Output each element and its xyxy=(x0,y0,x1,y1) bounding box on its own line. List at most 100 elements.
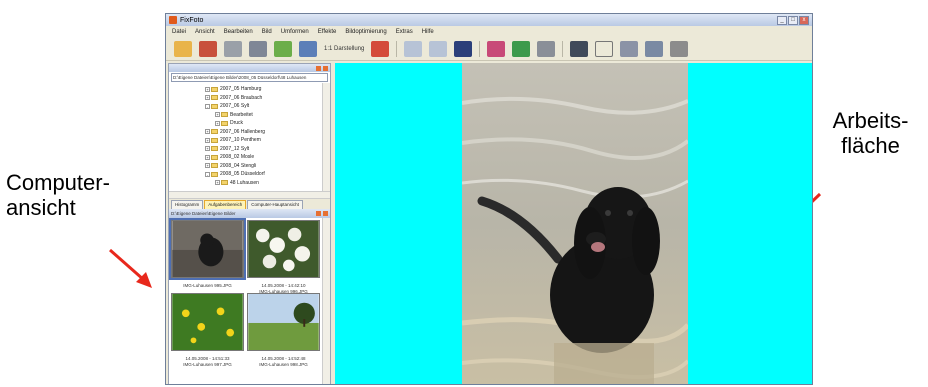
expand-icon[interactable]: + xyxy=(205,137,210,143)
collapse-icon[interactable]: - xyxy=(205,103,210,109)
copy-icon[interactable] xyxy=(224,40,242,57)
tree-item-label: 2007_06 Sylt xyxy=(220,103,250,109)
stamp-icon[interactable] xyxy=(570,40,589,57)
expand-icon[interactable]: + xyxy=(205,146,210,152)
tree-item[interactable]: +2008_02 Mosle xyxy=(205,153,330,162)
thumbnail-landscape-image xyxy=(247,293,320,351)
tree-item[interactable]: +2007_06 Hallenberg xyxy=(205,128,330,137)
menu-effekte[interactable]: Effekte xyxy=(318,29,337,35)
expand-icon[interactable]: + xyxy=(205,86,210,92)
tree-item[interactable]: +2008_04 Stengli xyxy=(205,162,330,171)
tree-horizontal-scrollbar[interactable] xyxy=(169,191,330,199)
tree-item[interactable]: +2007_10 Penthem xyxy=(205,136,330,145)
thumbnail-filename: IMG-Luhausen 995.JPG xyxy=(183,283,232,288)
expand-icon[interactable]: + xyxy=(205,163,210,169)
thumbnail-filename: IMG-Luhausen 997.JPG xyxy=(183,362,232,367)
expand-icon[interactable]: + xyxy=(205,95,210,101)
folder-pane-header xyxy=(169,64,330,72)
print-icon[interactable] xyxy=(249,40,267,57)
folder-icon xyxy=(211,163,218,169)
menu-bearbeiten[interactable]: Bearbeiten xyxy=(224,29,253,35)
folder-icon xyxy=(221,180,228,186)
maximize-button[interactable]: □ xyxy=(788,15,798,25)
tree-item[interactable]: +2007_06 Braubach xyxy=(205,94,330,103)
folder-tree: +2007_05 Hamburg +2007_06 Braubach -2007_0… xyxy=(169,83,330,191)
cut-icon[interactable] xyxy=(620,40,639,57)
thumbnail-item[interactable]: 14.05.2008 - 14:42:10 IMG-Luhausen 996.J… xyxy=(247,220,320,295)
dog-photo xyxy=(462,63,688,384)
pin-icon[interactable] xyxy=(316,211,321,216)
tree-item[interactable]: +2007_05 Hamburg xyxy=(205,85,330,94)
close-button[interactable]: x xyxy=(799,15,809,25)
expand-icon[interactable]: + xyxy=(215,120,220,126)
tree-scrollbar[interactable] xyxy=(322,83,330,191)
annotation-computer-view-line1: Computer- xyxy=(6,170,110,195)
zoom-icon[interactable] xyxy=(299,40,317,57)
expand-icon[interactable]: + xyxy=(215,112,220,118)
tree-item-label: 2007_05 Hamburg xyxy=(220,86,262,92)
menu-bildoptimierung[interactable]: Bildoptimierung xyxy=(345,29,386,35)
brush-icon[interactable] xyxy=(537,40,556,57)
menu-extras[interactable]: Extras xyxy=(396,29,413,35)
tree-item-label: 2007_06 Braubach xyxy=(220,94,263,101)
tab-tasks[interactable]: Aufgabenbereich xyxy=(204,200,247,209)
batch-icon[interactable] xyxy=(274,40,292,57)
folder-icon xyxy=(211,86,218,92)
thumbnail-path: D:\Eigene Dateien\Eigene Bilder xyxy=(171,211,236,216)
collapse-icon[interactable]: - xyxy=(205,171,210,177)
tree-item-label: 2007_06 Hallenberg xyxy=(220,128,266,135)
thumbnail-item[interactable]: 14.05.2008 - 14:52:48 IMG-Luhausen 998.J… xyxy=(247,293,320,368)
menu-hilfe[interactable]: Hilfe xyxy=(422,29,434,35)
toolbar: 1:1 Darstellung xyxy=(166,37,812,61)
expand-icon[interactable]: + xyxy=(205,129,210,135)
tree-item[interactable]: +2007_12 Sylt xyxy=(205,145,330,154)
folder-icon xyxy=(221,112,228,118)
undo-icon[interactable] xyxy=(404,40,423,57)
filter-icon[interactable] xyxy=(487,40,506,57)
tree-item-label: 2008_05 Düsseldorf xyxy=(220,171,265,177)
delete-icon[interactable] xyxy=(199,40,217,57)
expand-icon[interactable]: + xyxy=(205,154,210,160)
text-icon[interactable] xyxy=(595,40,614,57)
tab-computer-view[interactable]: Computer-Hauptansicht xyxy=(247,200,303,209)
tree-item[interactable]: + Druck xyxy=(205,119,330,128)
tree-item[interactable]: - 2008_05 Düsseldorf xyxy=(205,170,330,179)
thumbnail-scrollbar[interactable] xyxy=(322,218,330,384)
color-icon[interactable] xyxy=(512,40,531,57)
save-icon[interactable] xyxy=(454,40,473,57)
pin-icon[interactable] xyxy=(316,65,321,71)
app-logo-icon xyxy=(169,16,177,24)
thumbnail-grid: IMG-Luhausen 995.JPG 14.05.2008 - 14:42:… xyxy=(169,218,330,384)
menu-ansicht[interactable]: Ansicht xyxy=(195,29,215,35)
menu-umformen[interactable]: Umformen xyxy=(281,29,309,35)
menu-bild[interactable]: Bild xyxy=(262,29,272,35)
tab-histogram[interactable]: Histogramm xyxy=(171,200,204,209)
pane-close-icon[interactable] xyxy=(323,211,328,216)
tree-item[interactable]: + Bearbeitet xyxy=(205,111,330,120)
path-field[interactable]: D:\Eigene Dateien\Eigene Bilder\2008_05 … xyxy=(171,73,328,82)
annotation-workspace: Arbeits- fläche xyxy=(818,108,923,159)
title-bar: FixFoto _ □ x xyxy=(166,14,812,26)
folder-icon xyxy=(211,171,218,177)
toolbar-separator xyxy=(562,40,564,57)
settings-icon[interactable] xyxy=(670,40,689,57)
tree-item[interactable]: - 2007_06 Sylt xyxy=(205,102,330,111)
open-folder-icon[interactable] xyxy=(174,40,192,57)
minimize-button[interactable]: _ xyxy=(777,15,787,25)
arrow-left-icon xyxy=(109,248,152,288)
tree-item[interactable]: +48 Luhausen xyxy=(205,179,330,188)
tree-item-label: 48 Luhausen xyxy=(230,179,259,186)
expand-icon[interactable]: + xyxy=(215,180,220,186)
tree-item-label: 2008_02 Mosle xyxy=(220,154,255,160)
menu-datei[interactable]: Datei xyxy=(172,29,186,35)
thumbnail-item[interactable]: 14.05.2008 - 14:51:33 IMG-Luhausen 997.J… xyxy=(171,293,244,368)
thumbnail-item[interactable]: IMG-Luhausen 995.JPG xyxy=(169,218,246,289)
folder-icon xyxy=(211,103,218,109)
zoom-label[interactable]: 1:1 Darstellung xyxy=(324,46,364,52)
redo-icon[interactable] xyxy=(429,40,448,57)
crop-icon[interactable] xyxy=(371,40,390,57)
pane-close-icon[interactable] xyxy=(323,65,328,71)
thumbnail-header: D:\Eigene Dateien\Eigene Bilder xyxy=(169,209,330,218)
frame-icon[interactable] xyxy=(645,40,664,57)
thumbnail-filename: IMG-Luhausen 998.JPG xyxy=(259,362,308,367)
